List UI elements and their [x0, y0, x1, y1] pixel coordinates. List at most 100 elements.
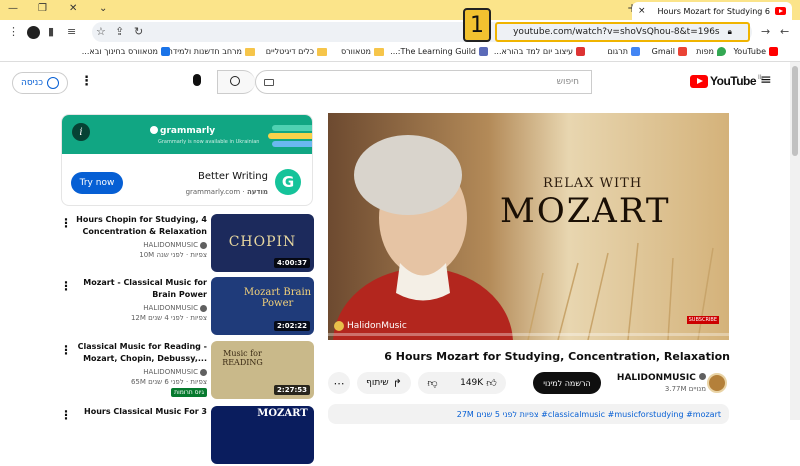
browser-tab[interactable]: 6 Hours Mozart for Studying ×: [632, 2, 792, 20]
share-button[interactable]: שיתוף ↱: [357, 372, 411, 394]
account-icon: [47, 77, 60, 89]
recommendation-info: Hours Chopin for Studying, 4 Concentrati…: [74, 214, 207, 259]
bookmark-maps[interactable]: מפות: [696, 47, 726, 56]
video-progress-bar[interactable]: [328, 333, 729, 336]
sidebar-ad[interactable]: grammarly Grammarly is now available in …: [61, 114, 313, 206]
bookmark-folder[interactable]: מטאוורס: [341, 47, 384, 56]
minimize-icon[interactable]: —: [8, 3, 18, 14]
grammarly-g-icon: G: [275, 169, 301, 195]
like-button[interactable]: 149K 👍︎: [460, 377, 497, 389]
bookmark-folder[interactable]: כלים דיגיטליים: [266, 47, 327, 56]
install-app-icon[interactable]: ⇪: [115, 25, 124, 38]
video-duration: 4:00:37: [274, 258, 310, 268]
hamburger-menu-icon[interactable]: ≡: [760, 72, 772, 88]
recommendation-meta: 10M צפיות · לפני שנה: [139, 251, 207, 259]
ad-domain-row: grammarly.com · מודעה: [185, 188, 268, 196]
scrollbar-thumb[interactable]: [792, 66, 798, 156]
more-options-icon[interactable]: ⋮: [60, 279, 72, 293]
forward-icon[interactable]: →: [761, 25, 770, 38]
bookmark-label: YouTube: [733, 47, 766, 56]
more-options-icon[interactable]: ⋮: [60, 216, 72, 230]
recommendation-title: Classical Music for Reading - Mozart, Ch…: [77, 342, 207, 363]
bookmark-label: מפות: [696, 47, 714, 56]
reading-list-icon[interactable]: ≡: [67, 25, 76, 38]
verified-check-icon: [699, 373, 706, 380]
bookmark-star-icon[interactable]: ☆: [96, 25, 106, 38]
bookmark-site[interactable]: מטאוורס בחינוך ובא...: [82, 47, 170, 56]
video-thumbnail[interactable]: MOZART: [211, 406, 314, 464]
recommendation-channel: HALIDONMUSIC: [143, 304, 198, 312]
search-button[interactable]: [217, 70, 255, 94]
more-options-icon[interactable]: ⋮: [60, 343, 72, 357]
thumbnail-text: Music for READING: [222, 349, 263, 367]
more-actions-button[interactable]: ⋯: [328, 372, 350, 394]
bookmark-gmail[interactable]: Gmail: [652, 47, 687, 56]
bookmark-folder[interactable]: מרחב חדשנות ולמידה: [168, 47, 255, 56]
thumbnail-text: Mozart Brain Power: [243, 287, 312, 309]
subscribe-watermark: SUBSCRIBE: [686, 316, 719, 324]
tab-title: 6 Hours Mozart for Studying: [657, 6, 771, 16]
bookmark-label: The Learning Guild:...: [390, 47, 476, 56]
ad-brand: grammarly: [160, 126, 216, 136]
ad-text: Better Writing grammarly.com · מודעה: [162, 171, 268, 196]
channel-name: HALIDONMUSIC: [616, 373, 696, 383]
recommendation-item[interactable]: CHOPIN 4:00:37 Hours Chopin for Studying…: [60, 214, 314, 274]
keyboard-icon[interactable]: [264, 79, 274, 86]
ad-headline: Better Writing: [197, 171, 268, 182]
url-highlight-box[interactable]: youtube.com/watch?v=shoVsQhou-8&t=196s 🔒…: [495, 22, 750, 42]
channel-info: HALIDONMUSIC 3.77M מנויים: [612, 373, 706, 393]
video-thumbnail[interactable]: CHOPIN 4:00:37: [211, 214, 314, 272]
microphone-icon[interactable]: [193, 74, 201, 86]
subscribe-button[interactable]: הרשמה למינוי: [533, 372, 601, 394]
back-icon[interactable]: ←: [780, 25, 789, 38]
share-icon[interactable]: ↻: [134, 25, 143, 38]
bookmark-youtube[interactable]: YouTube: [733, 47, 778, 56]
channel-row: HALIDONMUSIC: [74, 304, 207, 312]
recommendation-item[interactable]: Mozart Brain Power 2:02:22 Mozart - Clas…: [60, 277, 314, 337]
search-input[interactable]: חיפוש: [255, 70, 592, 94]
youtube-icon: [769, 47, 778, 56]
recommendation-item[interactable]: MOZART Hours Classical Music For 3 ⋮: [60, 406, 314, 466]
menu-kebab-icon[interactable]: ⋮: [8, 25, 19, 38]
recommendation-meta: 12M צפיות · לפני 4 שנים: [130, 314, 207, 322]
folder-icon: [374, 47, 384, 56]
sign-in-label: כניסה: [20, 78, 44, 88]
youtube-logo[interactable]: YouTube IL: [690, 74, 763, 88]
video-thumbnail[interactable]: Mozart Brain Power 2:02:22: [211, 277, 314, 335]
share-arrow-icon: ↱: [392, 376, 402, 390]
close-tab-icon[interactable]: ×: [638, 6, 646, 16]
sign-in-button[interactable]: כניסה: [12, 72, 68, 94]
search-placeholder: חיפוש: [556, 77, 579, 87]
tab-search-icon[interactable]: ⌄: [99, 3, 107, 14]
settings-kebab-icon[interactable]: ⋮: [80, 74, 93, 89]
bookmark-site[interactable]: The Learning Guild:...: [390, 47, 488, 56]
fundraiser-badge: גיוס תרומות: [171, 388, 207, 397]
bookmark-translate[interactable]: תרגום: [607, 47, 640, 56]
sidebar-icon[interactable]: ▮: [48, 25, 54, 38]
ad-info-icon[interactable]: i: [72, 123, 90, 141]
recommendation-channel: HALIDONMUSIC: [143, 368, 198, 376]
try-now-button[interactable]: Try now: [71, 172, 123, 194]
bookmark-site[interactable]: עיצוב יום למד בהורא...: [494, 47, 585, 56]
video-thumbnail[interactable]: Music for READING 2:27:53: [211, 341, 314, 399]
recommendation-info: Hours Classical Music For 3: [74, 406, 207, 418]
video-player[interactable]: RELAX WITH MOZART SUBSCRIBE HalidonMusic: [328, 113, 729, 340]
close-window-icon[interactable]: ✕: [69, 3, 77, 14]
share-label: שיתוף: [366, 378, 389, 388]
restore-icon[interactable]: ❐: [38, 3, 47, 14]
channel-name-row[interactable]: HALIDONMUSIC: [612, 373, 706, 383]
like-dislike-group: 👎︎ 149K 👍︎: [418, 372, 506, 394]
recommendation-item[interactable]: Music for READING 2:27:53 Classical Musi…: [60, 341, 314, 401]
thumbnail-text: CHOPIN: [228, 234, 297, 250]
recommendation-info: Mozart - Classical Music for Brain Power…: [74, 277, 207, 322]
profile-avatar-icon[interactable]: [27, 26, 40, 39]
bookmark-label: מטאוורס: [340, 47, 371, 56]
bookmark-label: מרחב חדשנות ולמידה: [167, 47, 242, 56]
ad-domain: grammarly.com: [185, 188, 241, 196]
video-overlay-subtitle: RELAX WITH: [543, 176, 643, 191]
dislike-icon[interactable]: 👎︎: [427, 377, 437, 389]
description-box[interactable]: 27M צפיות לפני 5 שנים #classicalmusic #m…: [328, 404, 729, 424]
channel-avatar[interactable]: [707, 373, 727, 393]
bookmark-label: תרגום: [607, 47, 628, 56]
recommendation-meta: 65M צפיות · לפני 6 שנים: [130, 378, 207, 386]
